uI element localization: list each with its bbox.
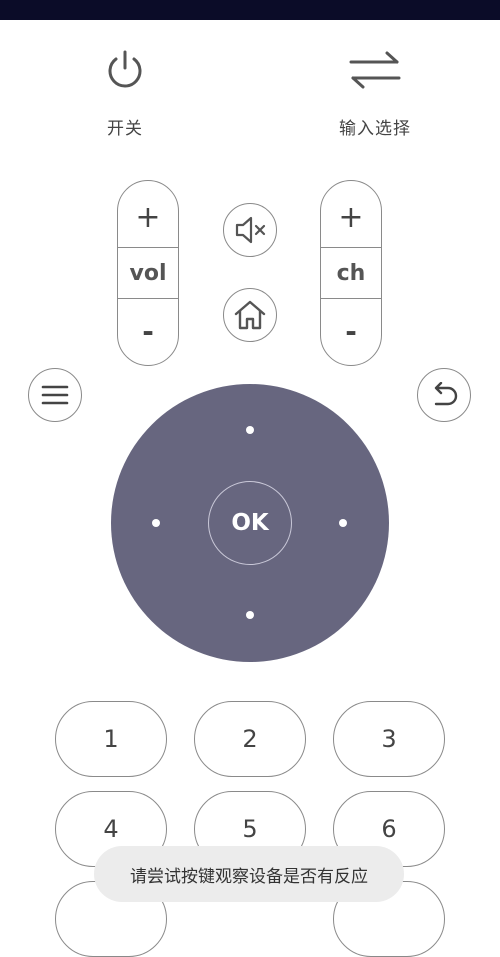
toast-message: 请尝试按键观察设备是否有反应	[94, 846, 404, 902]
back-button[interactable]	[417, 368, 471, 422]
dpad-right-button[interactable]	[339, 519, 347, 527]
hamburger-icon	[41, 385, 69, 405]
power-icon	[65, 40, 185, 100]
dpad: OK	[111, 384, 389, 662]
ok-button[interactable]: OK	[208, 481, 292, 565]
mute-button[interactable]	[223, 203, 277, 257]
menu-button[interactable]	[28, 368, 82, 422]
volume-down-button[interactable]: -	[118, 303, 178, 359]
number-button-2[interactable]: 2	[194, 701, 306, 777]
dpad-down-button[interactable]	[246, 611, 254, 619]
number-button-1[interactable]: 1	[55, 701, 167, 777]
back-arrow-icon	[434, 382, 458, 406]
divider	[118, 298, 178, 299]
number-button-3[interactable]: 3	[333, 701, 445, 777]
power-label: 开关	[107, 119, 143, 139]
volume-up-button[interactable]: +	[118, 189, 178, 245]
switch-arrows-icon	[315, 40, 435, 100]
divider	[321, 298, 381, 299]
channel-up-button[interactable]: +	[321, 189, 381, 245]
home-icon	[234, 300, 266, 330]
volume-control: + vol -	[117, 180, 179, 366]
dpad-left-button[interactable]	[152, 519, 160, 527]
channel-control: + ch -	[320, 180, 382, 366]
input-select-label: 输入选择	[339, 119, 411, 139]
input-select-button[interactable]: 输入选择	[315, 40, 435, 150]
channel-label: ch	[336, 260, 366, 286]
dpad-up-button[interactable]	[246, 426, 254, 434]
volume-label: vol	[129, 260, 167, 286]
channel-down-button[interactable]: -	[321, 303, 381, 359]
mute-icon	[235, 216, 266, 244]
status-bar	[0, 0, 500, 20]
home-button[interactable]	[223, 288, 277, 342]
power-button[interactable]: 开关	[65, 40, 185, 150]
